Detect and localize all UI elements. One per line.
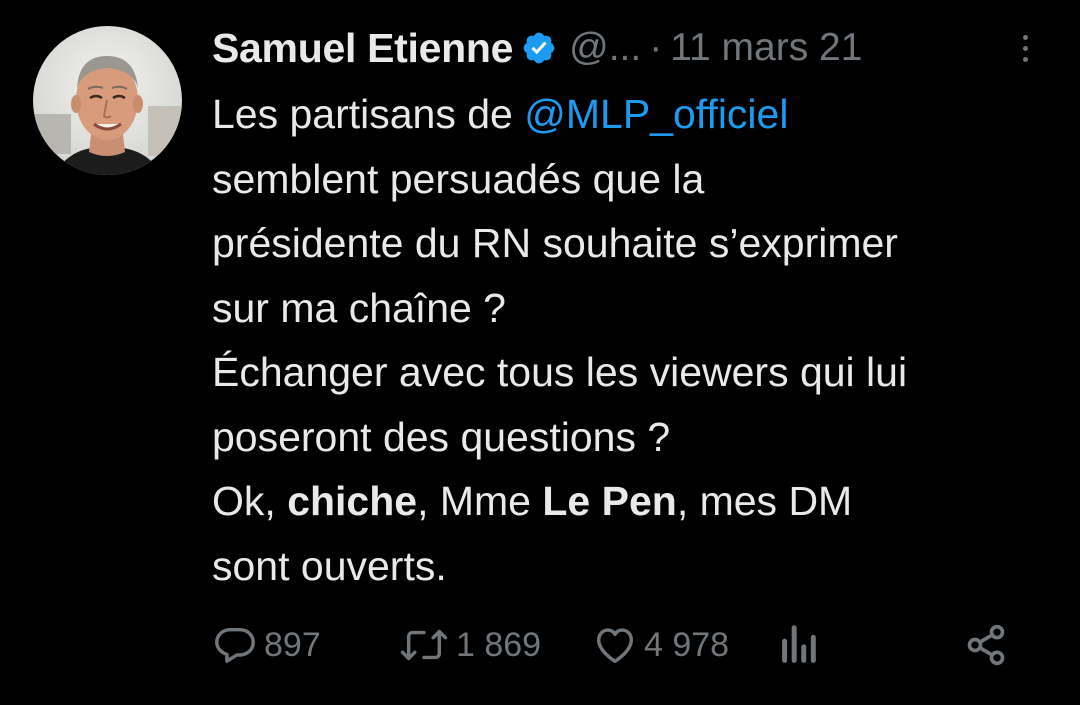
- tweet-card[interactable]: Samuel Etienne @... · 11 mars 21 Les par…: [0, 0, 1080, 705]
- share-icon: [967, 624, 1005, 666]
- tweet-line-3: présidente du RN souhaite s’exprimer: [212, 220, 898, 266]
- mention-link[interactable]: @MLP_officiel: [524, 91, 788, 137]
- verified-badge-icon[interactable]: [521, 30, 557, 66]
- tweet-line-4: sur ma chaîne ?: [212, 284, 506, 331]
- reply-icon: [215, 627, 255, 663]
- like-count: 4 978: [644, 625, 730, 664]
- analytics-icon: [782, 625, 816, 663]
- reply-count: 897: [264, 625, 321, 664]
- tweet-line-8: sont ouverts.: [212, 542, 447, 589]
- retweet-button[interactable]: 1 869: [398, 618, 541, 672]
- tweet-date[interactable]: 11 mars 21: [670, 26, 862, 70]
- retweet-icon: [400, 629, 448, 661]
- reply-button[interactable]: 897: [212, 618, 321, 672]
- avatar-photo-icon: [33, 26, 182, 175]
- bold-text: chiche: [287, 478, 418, 524]
- action-bar: 897 1 869 4 978: [212, 618, 1012, 672]
- tweet-text-segment: Ok,: [212, 478, 288, 524]
- like-button[interactable]: 4 978: [592, 618, 729, 672]
- views-button[interactable]: [778, 618, 818, 672]
- display-name[interactable]: Samuel Etienne: [212, 25, 513, 72]
- tweet-line-1: Les partisans de @MLP_officiel: [212, 82, 1062, 147]
- separator-dot: ·: [649, 26, 663, 69]
- tweet-line-7: Ok, chiche, Mme Le Pen, mes DM: [212, 469, 1062, 534]
- heart-icon: [596, 628, 634, 664]
- tweet-line-2: semblent persuadés que la: [212, 155, 705, 202]
- tweet-text-segment: Les partisans de: [212, 91, 525, 137]
- tweet-text-segment: , mes DM: [676, 478, 853, 524]
- bold-text: Le Pen: [542, 478, 677, 524]
- user-handle[interactable]: @...: [569, 26, 641, 70]
- share-button[interactable]: [964, 618, 1008, 672]
- retweet-count: 1 869: [456, 625, 542, 664]
- avatar[interactable]: [33, 26, 182, 175]
- more-options-icon[interactable]: [1010, 28, 1040, 68]
- tweet-text: Les partisans de @MLP_officiel semblent …: [212, 82, 1062, 598]
- tweet-header: Samuel Etienne @... · 11 mars 21: [212, 22, 862, 74]
- tweet-text-segment: , Mme: [417, 478, 543, 524]
- tweet-line-5: Échanger avec tous les viewers qui lui: [212, 349, 908, 395]
- tweet-line-6: poseront des questions ?: [212, 413, 671, 460]
